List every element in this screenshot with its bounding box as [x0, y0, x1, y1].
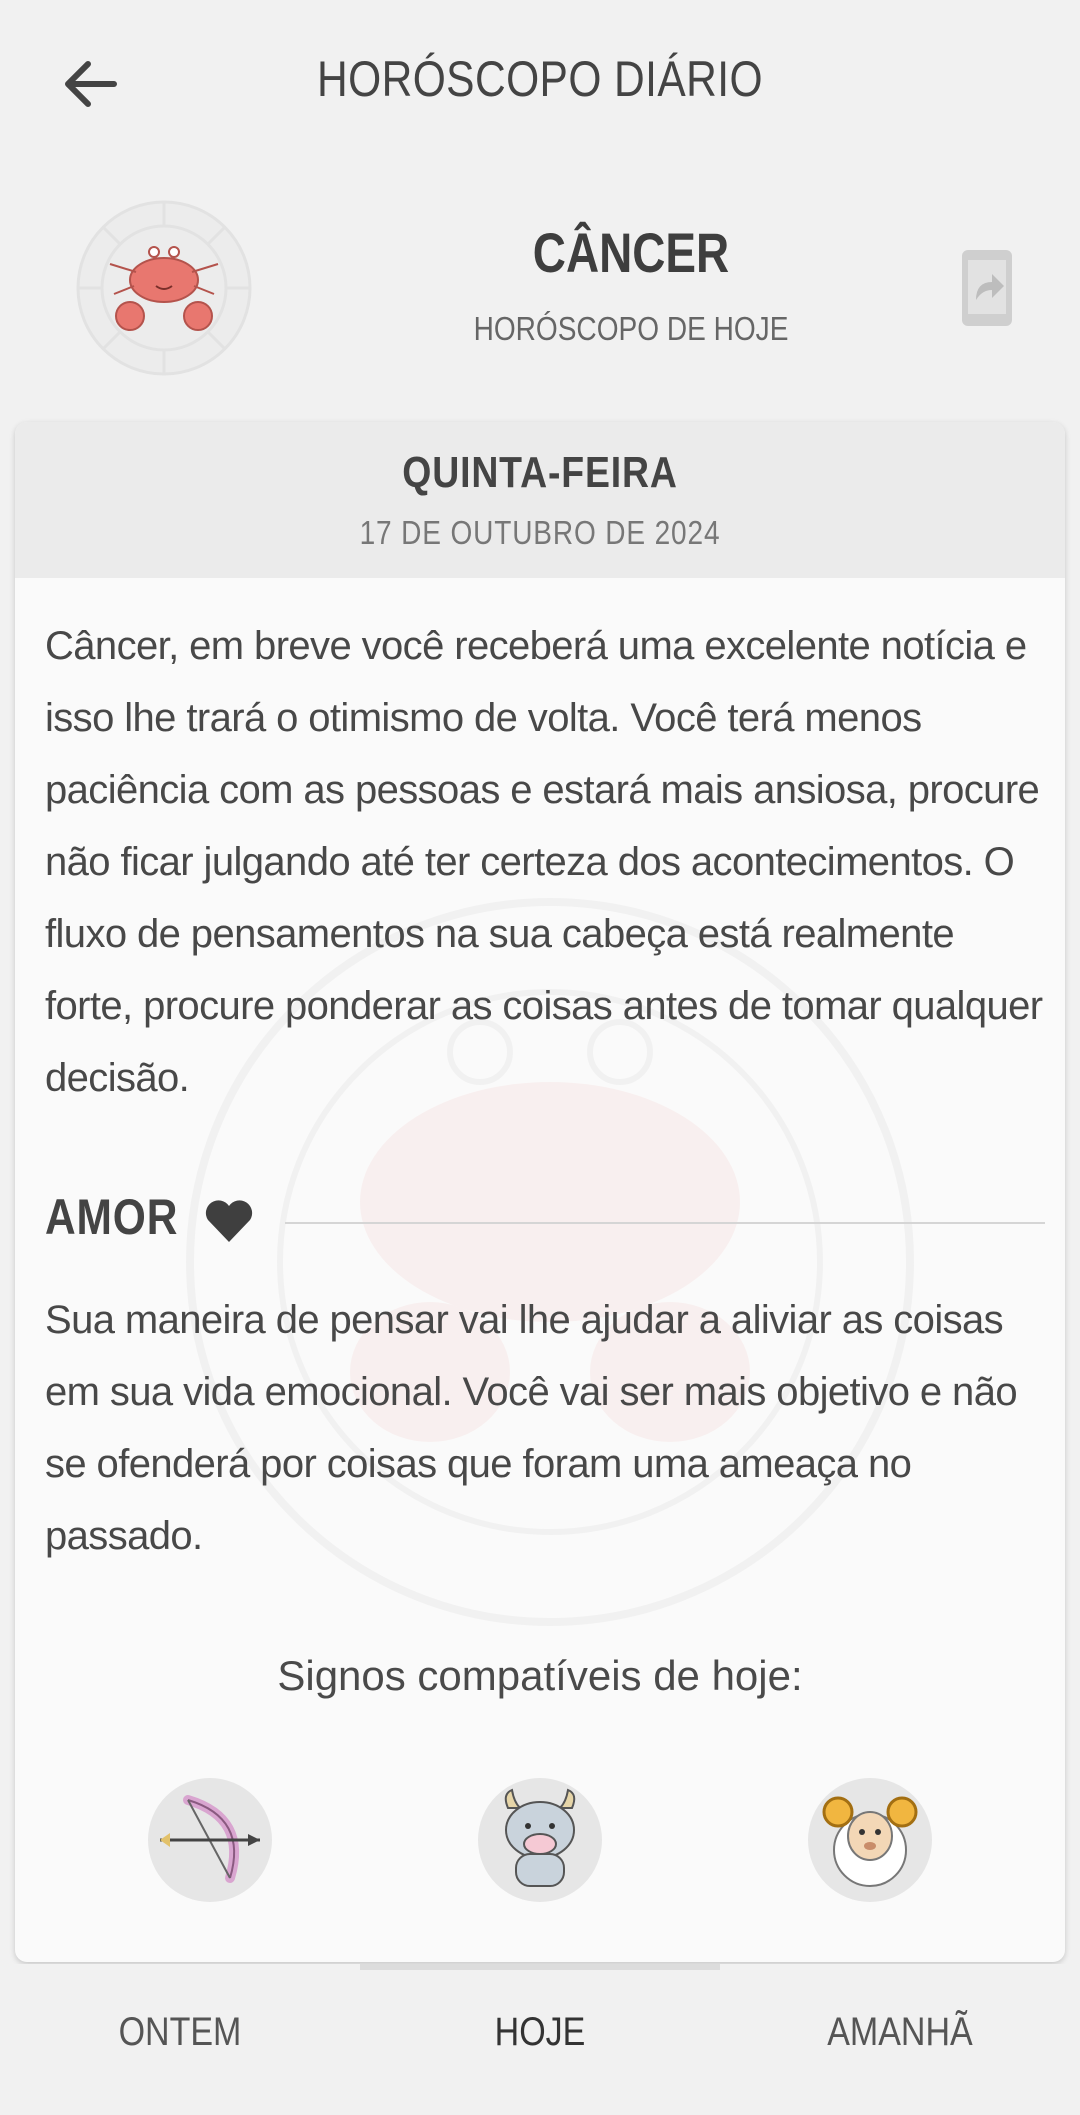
weekday: QUINTA-FEIRA	[402, 448, 678, 497]
divider	[285, 1222, 1045, 1224]
sign-name: CÂNCER	[532, 221, 730, 284]
share-icon[interactable]	[960, 248, 1014, 328]
love-title: AMOR	[45, 1189, 179, 1245]
heart-icon	[205, 1200, 253, 1242]
love-text: Sua maneira de pensar vai lhe ajudar a a…	[45, 1298, 1018, 1558]
date: 17 DE OUTUBRO DE 2024	[359, 514, 721, 551]
bottom-navigation: ONTEM HOJE AMANHÃ	[0, 1964, 1080, 2115]
compatible-sign-aries[interactable]	[808, 1778, 932, 1902]
sagittarius-bow-icon	[160, 1795, 260, 1883]
tab-yesterday[interactable]: ONTEM	[27, 2010, 333, 2055]
card-date-header: QUINTA-FEIRA 17 DE OUTUBRO DE 2024	[15, 422, 1065, 578]
active-tab-indicator	[360, 1964, 720, 1970]
page-title: HORÓSCOPO DIÁRIO	[316, 51, 764, 107]
compatible-sign-taurus[interactable]	[478, 1778, 602, 1902]
taurus-bull-icon	[504, 1788, 576, 1887]
daily-horoscope-text: Câncer, em breve você receberá uma excel…	[45, 624, 1043, 1100]
compatible-signs-title: Signos compatíveis de hoje:	[277, 1652, 803, 1699]
tab-today[interactable]: HOJE	[387, 2010, 693, 2055]
sign-header: CÂNCER HORÓSCOPO DE HOJE	[0, 190, 1080, 390]
aries-ram-icon	[822, 1796, 918, 1887]
love-section-header: AMOR	[45, 1184, 1055, 1254]
sign-subtitle: HORÓSCOPO DE HOJE	[473, 310, 789, 347]
tab-tomorrow[interactable]: AMANHÃ	[747, 2010, 1053, 2055]
compatible-sign-sagittarius[interactable]	[148, 1778, 272, 1902]
top-app-bar: HORÓSCOPO DIÁRIO	[0, 0, 1080, 170]
horoscope-card: QUINTA-FEIRA 17 DE OUTUBRO DE 2024 Cânce…	[15, 422, 1065, 1962]
